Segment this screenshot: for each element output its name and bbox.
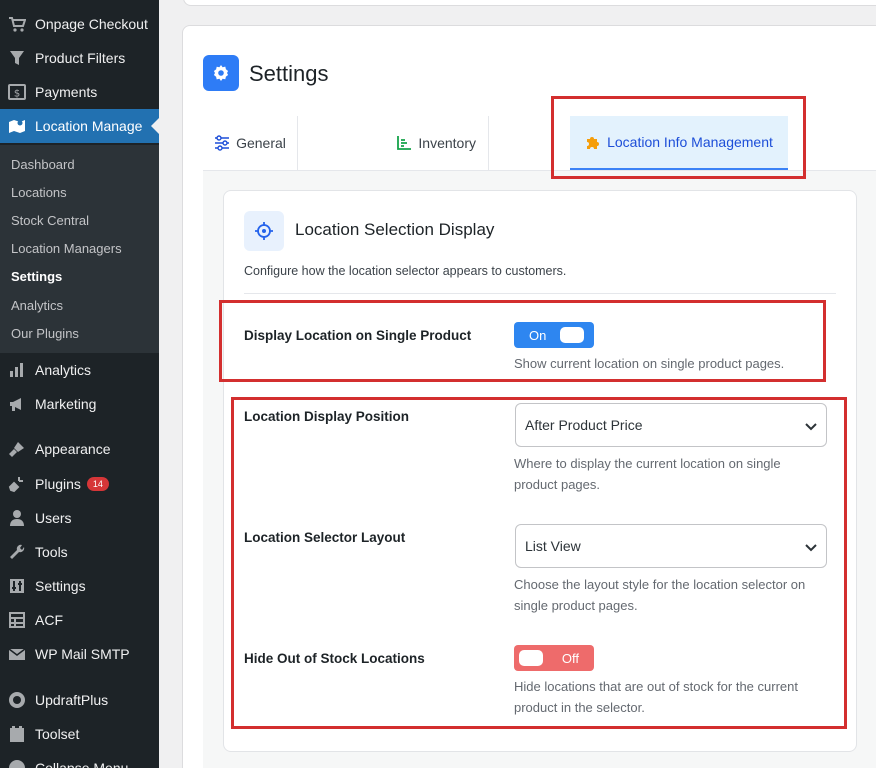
menu-label: Analytics [35, 362, 92, 378]
submenu-our-plugins[interactable]: Our Plugins [11, 326, 79, 341]
selector-layout-select[interactable]: List View [515, 524, 827, 568]
collapse-icon [8, 759, 26, 768]
menu-item-appearance[interactable]: Appearance [0, 432, 159, 466]
toolset-icon [8, 725, 26, 743]
display-position-label: Location Display Position [244, 409, 410, 424]
gear-icon [203, 55, 239, 91]
menu-item-onpage-checkout[interactable]: Onpage Checkout [0, 7, 159, 41]
menu-item-tools[interactable]: Tools [0, 535, 159, 569]
tab-label: General [236, 135, 286, 151]
chart-icon [397, 136, 412, 150]
active-indicator [151, 118, 159, 134]
map-icon [8, 117, 26, 135]
toggle-state: Off [561, 650, 579, 666]
menu-label: Users [35, 510, 72, 526]
card-title: Location Selection Display [295, 220, 495, 239]
wrench-icon [8, 543, 26, 561]
menu-item-plugins[interactable]: Plugins 14 [0, 467, 159, 501]
menu-label: Product Filters [35, 50, 126, 66]
page-title: Settings [249, 61, 329, 86]
location-manage-submenu: Dashboard Locations Stock Central Locati… [0, 145, 159, 353]
sliders-icon [8, 577, 26, 595]
target-icon [244, 211, 284, 251]
tab-general[interactable]: General [203, 116, 297, 170]
menu-item-analytics[interactable]: Analytics [0, 353, 159, 387]
hide-out-of-stock-help: Hide locations that are out of stock for… [514, 679, 798, 715]
menu-item-product-filters[interactable]: Product Filters [0, 41, 159, 75]
select-value: List View [525, 538, 581, 554]
menu-label: Collapse Menu [35, 760, 129, 768]
display-location-toggle[interactable]: On [514, 322, 594, 348]
menu-label: UpdraftPlus [35, 692, 109, 708]
dollar-icon: $ [8, 83, 26, 101]
submenu-locations[interactable]: Locations [11, 185, 67, 200]
submenu-analytics[interactable]: Analytics [11, 298, 63, 313]
chevron-down-icon [805, 423, 817, 431]
menu-label: ACF [35, 612, 63, 628]
tab-inventory[interactable]: Inventory [298, 116, 488, 170]
megaphone-icon [8, 395, 26, 413]
menu-item-users[interactable]: Users [0, 501, 159, 535]
user-icon [8, 509, 26, 527]
tab-divider [488, 116, 489, 170]
filter-icon [8, 49, 26, 67]
display-position-select[interactable]: After Product Price [515, 403, 827, 447]
brush-icon [8, 440, 26, 458]
chevron-down-icon [805, 544, 817, 552]
mail-icon [8, 645, 26, 663]
top-card [183, 0, 876, 6]
display-location-label: Display Location on Single Product [244, 328, 472, 343]
menu-item-location-manage[interactable]: Location Manage [0, 109, 159, 143]
admin-sidebar: Onpage Checkout Product Filters $ Paymen… [0, 0, 159, 768]
selector-layout-help: Choose the layout style for the location… [514, 577, 806, 613]
menu-label: Payments [35, 84, 98, 100]
tab-label: Location Info Management [607, 134, 773, 150]
menu-item-marketing[interactable]: Marketing [0, 387, 159, 421]
toggle-state: On [529, 327, 547, 343]
menu-label: Plugins [35, 476, 81, 492]
submenu-settings[interactable]: Settings [11, 269, 62, 284]
menu-label: Appearance [35, 441, 111, 457]
menu-label: WP Mail SMTP [35, 646, 130, 662]
menu-item-wp-mail-smtp[interactable]: WP Mail SMTP [0, 637, 159, 671]
menu-label: Onpage Checkout [35, 16, 148, 32]
svg-text:$: $ [14, 89, 20, 100]
tab-label: Inventory [418, 135, 476, 151]
menu-item-updraftplus[interactable]: UpdraftPlus [0, 683, 159, 717]
toggle-knob [560, 327, 584, 343]
toggle-knob [519, 650, 543, 666]
selector-layout-label: Location Selector Layout [244, 530, 406, 545]
sliders-icon [215, 135, 230, 151]
settings-tabs: General Inventory Location Info Manageme… [203, 116, 876, 171]
submenu-dashboard[interactable]: Dashboard [11, 157, 75, 172]
update-count-badge: 14 [86, 476, 109, 492]
menu-label: Toolset [35, 726, 80, 742]
menu-label: Marketing [35, 396, 97, 412]
table-icon [8, 611, 26, 629]
submenu-stock-central[interactable]: Stock Central [11, 213, 89, 228]
divider [244, 293, 836, 294]
menu-item-settings[interactable]: Settings [0, 569, 159, 603]
display-location-help: Show current location on single product … [514, 356, 785, 371]
puzzle-icon [587, 137, 600, 149]
card-description: Configure how the location selector appe… [244, 264, 567, 278]
select-value: After Product Price [525, 417, 643, 433]
plug-icon [8, 475, 26, 493]
menu-label: Settings [35, 578, 86, 594]
menu-item-toolset[interactable]: Toolset [0, 717, 159, 751]
menu-label: Tools [35, 544, 68, 560]
menu-item-collapse[interactable]: Collapse Menu [0, 751, 159, 768]
menu-label: Location Manage [35, 118, 143, 134]
tab-location-info-management[interactable]: Location Info Management [570, 116, 788, 170]
menu-item-acf[interactable]: ACF [0, 603, 159, 637]
hide-out-of-stock-toggle[interactable]: Off [514, 645, 594, 671]
bar-chart-icon [8, 361, 26, 379]
cart-icon [8, 15, 26, 33]
menu-item-payments[interactable]: $ Payments [0, 75, 159, 109]
submenu-location-managers[interactable]: Location Managers [11, 241, 122, 256]
updraft-icon [8, 691, 26, 709]
display-position-help: Where to display the current location on… [514, 456, 781, 492]
hide-out-of-stock-label: Hide Out of Stock Locations [244, 651, 425, 666]
